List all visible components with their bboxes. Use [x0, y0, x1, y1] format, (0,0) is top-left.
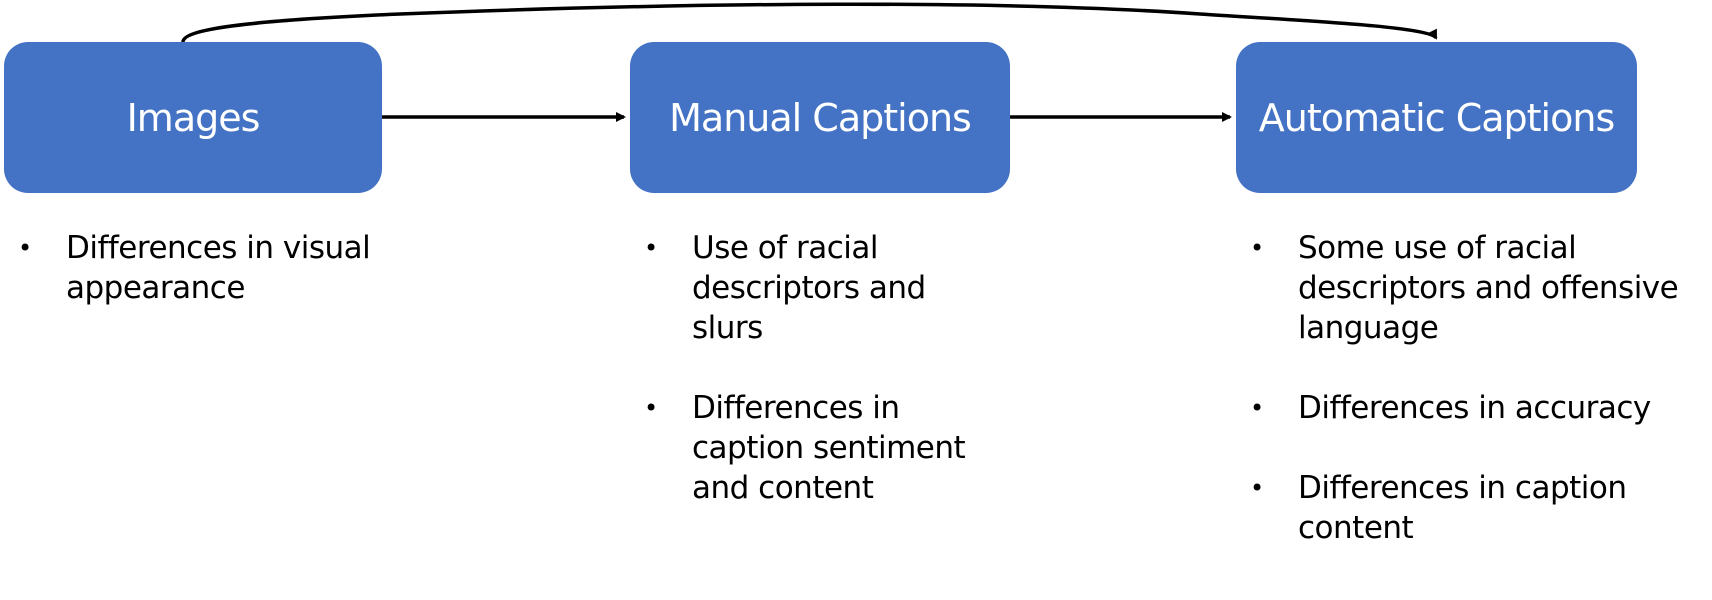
images-bullet-list: • Differences in visual appearance — [4, 228, 404, 348]
bullet-text: Use of racial descriptors and slurs — [692, 230, 926, 346]
node-manual-captions: Manual Captions — [630, 42, 1010, 193]
node-automatic-captions-label: Automatic Captions — [1258, 95, 1615, 140]
bullet-text: Some use of racial descriptors and offen… — [1298, 230, 1679, 346]
list-item: • Some use of racial descriptors and off… — [1236, 228, 1708, 348]
list-item: • Differences in caption sentiment and c… — [630, 388, 1000, 508]
bullet-icon: • — [1250, 394, 1264, 422]
bullet-icon: • — [1250, 474, 1264, 502]
bullet-icon: • — [18, 234, 32, 262]
bullet-text: Differences in accuracy — [1298, 390, 1651, 426]
node-manual-captions-label: Manual Captions — [669, 95, 972, 140]
bullet-icon: • — [644, 234, 658, 262]
node-images-label: Images — [126, 95, 261, 140]
bullet-text: Differences in visual appearance — [66, 230, 371, 306]
bullet-text: Differences in caption content — [1298, 470, 1627, 546]
automatic-captions-bullet-list: • Some use of racial descriptors and off… — [1236, 228, 1708, 588]
list-item: • Use of racial descriptors and slurs — [630, 228, 1000, 348]
node-images: Images — [4, 42, 382, 193]
bullet-icon: • — [1250, 234, 1264, 262]
list-item: • Differences in visual appearance — [4, 228, 404, 308]
list-item: • Differences in accuracy — [1236, 388, 1708, 428]
manual-captions-bullet-list: • Use of racial descriptors and slurs • … — [630, 228, 1000, 548]
list-item: • Differences in caption content — [1236, 468, 1708, 548]
bullet-icon: • — [644, 394, 658, 422]
arrow-images-to-automatic — [181, 2, 1438, 43]
bullet-text: Differences in caption sentiment and con… — [692, 390, 966, 506]
node-automatic-captions: Automatic Captions — [1236, 42, 1637, 193]
